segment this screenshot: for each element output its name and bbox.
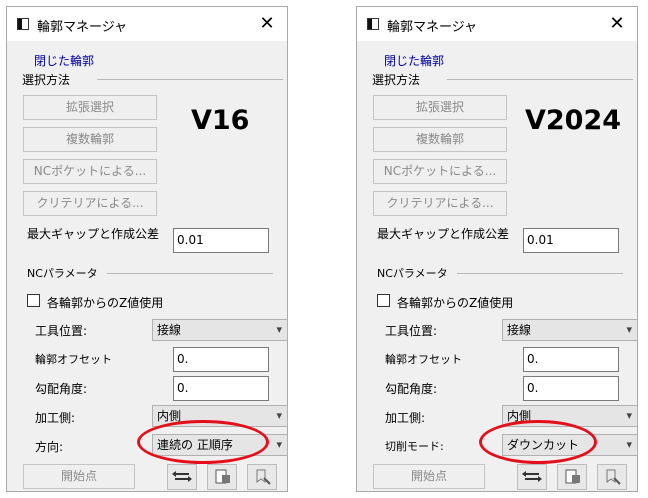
gap-tolerance-input[interactable]: 0.01: [173, 228, 269, 253]
gap-tolerance-label: 最大ギャップと作成公差: [27, 227, 160, 241]
chevron-down-icon: ▾: [276, 323, 282, 336]
criteria-button[interactable]: クリテリアによる...: [373, 191, 507, 216]
draft-angle-input[interactable]: 0.: [523, 376, 619, 401]
draft-angle-input[interactable]: 0.: [173, 376, 269, 401]
app-icon: [17, 18, 29, 30]
app-icon: [367, 18, 379, 30]
reverse-icon[interactable]: [167, 464, 197, 490]
draft-angle-label: 勾配角度:: [35, 382, 88, 396]
selection-method-label: 選択方法: [372, 73, 421, 87]
highlight-ellipse: [479, 420, 597, 464]
divider: [447, 79, 633, 80]
closed-contour-header: 閉じた輪郭: [34, 54, 95, 68]
z-value-label: 各輪郭からのZ値使用: [47, 296, 164, 310]
divider: [457, 273, 623, 274]
contour-manager-panel-v2024: 輪郭マネージャ ✕ 閉じた輪郭 選択方法 拡張選択 複数輪郭 NCポケットによる…: [356, 6, 638, 492]
machining-side-label: 加工側:: [35, 411, 76, 425]
bookmark-icon[interactable]: [597, 464, 627, 490]
draft-angle-label: 勾配角度:: [385, 382, 438, 396]
gap-tolerance-label: 最大ギャップと作成公差: [377, 227, 510, 241]
chevron-down-icon: ▾: [626, 409, 632, 422]
multiple-contour-button[interactable]: 複数輪郭: [373, 127, 507, 152]
window-title: 輪郭マネージャ: [387, 20, 478, 35]
bookmark-icon[interactable]: [247, 464, 277, 490]
title-bar: 輪郭マネージャ ✕: [7, 7, 287, 41]
cutting-mode-label: 切削モード:: [385, 440, 444, 453]
tool-position-value: 接線: [507, 323, 532, 337]
window-title: 輪郭マネージャ: [37, 20, 128, 35]
contour-manager-panel-v16: 輪郭マネージャ ✕ 閉じた輪郭 選択方法 拡張選択 複数輪郭 NCポケットによる…: [6, 6, 288, 492]
multiple-contour-button[interactable]: 複数輪郭: [23, 127, 157, 152]
gap-tolerance-input[interactable]: 0.01: [523, 228, 619, 253]
close-icon[interactable]: ✕: [603, 11, 631, 37]
chevron-down-icon: ▾: [626, 438, 632, 451]
extended-select-button[interactable]: 拡張選択: [373, 95, 507, 120]
closed-contour-header: 閉じた輪郭: [384, 54, 445, 68]
nc-params-label: NCパラメータ: [377, 267, 448, 280]
start-point-button[interactable]: 開始点: [23, 464, 135, 489]
highlight-ellipse: [137, 420, 269, 464]
close-icon[interactable]: ✕: [253, 11, 281, 37]
divider: [97, 79, 283, 80]
tool-position-label: 工具位置:: [35, 324, 88, 338]
edit-contour-icon[interactable]: [207, 464, 237, 490]
nc-pocket-button[interactable]: NCポケットによる...: [23, 159, 157, 184]
reverse-icon[interactable]: [517, 464, 547, 490]
title-bar: 輪郭マネージャ ✕: [357, 7, 637, 41]
z-value-checkbox[interactable]: [377, 294, 390, 307]
chevron-down-icon: ▾: [276, 409, 282, 422]
contour-offset-input[interactable]: 0.: [523, 347, 619, 372]
machining-side-label: 加工側:: [385, 411, 426, 425]
selection-method-label: 選択方法: [22, 73, 71, 87]
version-label: V2024: [525, 105, 622, 136]
tool-position-label: 工具位置:: [385, 324, 438, 338]
extended-select-button[interactable]: 拡張選択: [23, 95, 157, 120]
contour-offset-label: 輪郭オフセット: [385, 353, 462, 366]
start-point-button[interactable]: 開始点: [373, 464, 485, 489]
edit-contour-icon[interactable]: [557, 464, 587, 490]
contour-offset-label: 輪郭オフセット: [35, 353, 112, 366]
direction-label: 方向:: [35, 440, 64, 454]
tool-position-value: 接線: [157, 323, 182, 337]
z-value-checkbox[interactable]: [27, 294, 40, 307]
contour-offset-input[interactable]: 0.: [173, 347, 269, 372]
nc-params-label: NCパラメータ: [27, 267, 98, 280]
divider: [107, 273, 273, 274]
criteria-button[interactable]: クリテリアによる...: [23, 191, 157, 216]
chevron-down-icon: ▾: [276, 438, 282, 451]
chevron-down-icon: ▾: [626, 323, 632, 336]
z-value-label: 各輪郭からのZ値使用: [397, 296, 514, 310]
nc-pocket-button[interactable]: NCポケットによる...: [373, 159, 507, 184]
tool-position-select[interactable]: 接線 ▾: [502, 319, 638, 341]
version-label: V16: [191, 105, 250, 136]
tool-position-select[interactable]: 接線 ▾: [152, 319, 288, 341]
